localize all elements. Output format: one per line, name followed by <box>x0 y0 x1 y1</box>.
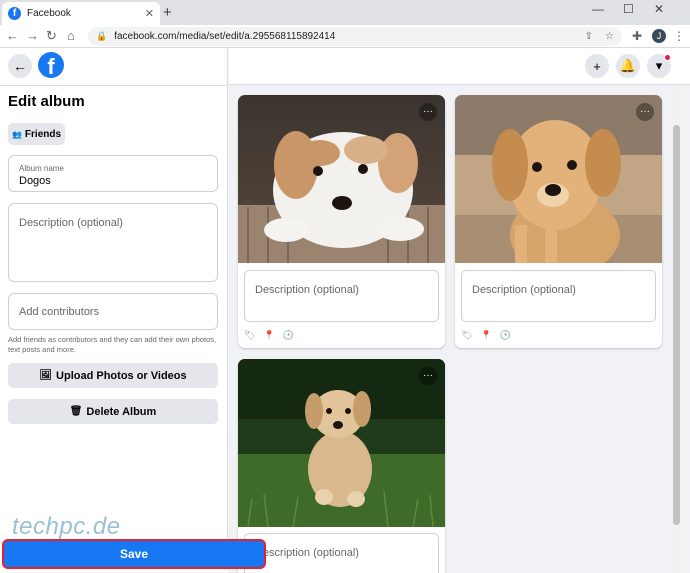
album-name-field[interactable]: Album name Dogos <box>8 155 218 192</box>
address-bar[interactable]: 🔒 facebook.com/media/set/edit/a.29556811… <box>88 27 622 46</box>
contributors-placeholder: Add contributors <box>19 306 100 318</box>
location-pin-icon[interactable]: 📍 <box>480 330 491 341</box>
photo-white-puppy[interactable] <box>238 95 445 263</box>
divider <box>0 85 228 86</box>
save-bar: Save <box>0 538 266 573</box>
friends-icon: 👥 <box>11 129 22 139</box>
notification-dot <box>664 54 671 61</box>
more-options-icon[interactable]: ··· <box>419 367 437 385</box>
window-close-icon[interactable]: ✕ <box>654 2 664 16</box>
bookmark-star-icon[interactable]: ☆ <box>605 31 614 42</box>
home-icon[interactable]: ⌂ <box>67 28 75 43</box>
watermark-text: techpc.de <box>12 513 121 540</box>
photo-description-input[interactable]: Description (optional) <box>244 533 439 573</box>
new-tab-icon[interactable]: + <box>163 4 172 21</box>
minimize-icon[interactable]: — <box>592 2 604 16</box>
facebook-logo-icon[interactable]: f <box>38 52 64 78</box>
save-button[interactable]: Save <box>2 539 266 569</box>
tab-title: Facebook <box>27 8 71 19</box>
photo-description-placeholder: Description (optional) <box>255 284 359 296</box>
browser-tab-strip: f Facebook ✕ + — ☐ ✕ <box>0 0 690 25</box>
extensions-puzzle-icon[interactable]: ✚ <box>632 29 642 43</box>
more-options-icon[interactable]: ··· <box>636 103 654 121</box>
edit-album-sidebar: ← f Edit album 👥 Friends Album name Dogo… <box>0 48 228 573</box>
description-textarea[interactable]: Description (optional) <box>8 203 218 282</box>
browser-menu-icon[interactable]: ⋮ <box>673 29 685 43</box>
reload-icon[interactable]: ↻ <box>46 28 57 44</box>
bell-icon: 🔔 <box>619 58 637 73</box>
album-name-label: Album name <box>19 164 64 173</box>
upload-label: Upload Photos or Videos <box>56 369 187 382</box>
facebook-favicon-icon: f <box>8 7 21 20</box>
photo-golden-puppy[interactable] <box>455 95 662 263</box>
scrollbar[interactable] <box>672 85 681 573</box>
browser-toolbar: ← → ↻ ⌂ 🔒 facebook.com/media/set/edit/a.… <box>0 25 690 48</box>
photo-action-icons: 🏷 📍 🕒 <box>244 330 294 341</box>
album-name-value: Dogos <box>19 175 51 187</box>
clock-icon[interactable]: 🕒 <box>500 330 511 341</box>
scrollbar-thumb[interactable] <box>673 125 680 525</box>
photo-card: ··· Description (optional) 🏷 📍 🕒 <box>455 95 662 348</box>
privacy-label: Friends <box>24 128 62 140</box>
profile-avatar[interactable]: J <box>652 29 666 43</box>
photo-running-puppy[interactable] <box>238 359 445 527</box>
arrow-left-icon: ← <box>13 58 27 74</box>
photo-description-placeholder: Description (optional) <box>255 547 359 559</box>
location-pin-icon[interactable]: 📍 <box>263 330 274 341</box>
upload-photos-button[interactable]: 🖼 Upload Photos or Videos <box>8 363 218 388</box>
photo-description-input[interactable]: Description (optional) <box>461 270 656 322</box>
privacy-button[interactable]: 👥 Friends <box>8 123 65 145</box>
plus-icon: + <box>593 58 601 74</box>
photo-action-icons: 🏷 📍 🕒 <box>461 330 511 341</box>
clock-icon[interactable]: 🕒 <box>283 330 294 341</box>
trash-icon: 🗑 <box>69 406 83 417</box>
lock-icon: 🔒 <box>96 31 108 41</box>
notifications-button[interactable]: 🔔 <box>616 54 640 78</box>
create-button[interactable]: + <box>585 54 609 78</box>
photo-description-placeholder: Description (optional) <box>472 284 576 296</box>
browser-tab[interactable]: f Facebook ✕ <box>2 2 160 25</box>
photo-card: ··· Description (optional) 🏷 📍 🕒 <box>238 95 445 348</box>
delete-album-button[interactable]: 🗑 Delete Album <box>8 399 218 424</box>
back-arrow-icon[interactable]: ← <box>6 28 19 43</box>
description-placeholder: Description (optional) <box>19 217 123 229</box>
top-header: + 🔔 ▾ <box>229 48 690 85</box>
caret-down-icon: ▾ <box>655 58 663 73</box>
maximize-icon[interactable]: ☐ <box>623 2 634 16</box>
close-tab-icon[interactable]: ✕ <box>145 7 154 20</box>
save-label: Save <box>119 547 149 561</box>
more-options-icon[interactable]: ··· <box>419 103 437 121</box>
page-title: Edit album <box>8 93 85 110</box>
back-button[interactable]: ← <box>8 54 32 78</box>
tag-icon[interactable]: 🏷 <box>244 330 255 341</box>
contributors-input[interactable]: Add contributors <box>8 293 218 330</box>
contributors-hint: Add friends as contributors and they can… <box>8 335 217 354</box>
photo-description-input[interactable]: Description (optional) <box>244 270 439 322</box>
share-icon[interactable]: ⇪ <box>585 31 593 42</box>
forward-arrow-icon[interactable]: → <box>26 28 39 43</box>
url-text: facebook.com/media/set/edit/a.2955681158… <box>114 31 336 42</box>
tag-icon[interactable]: 🏷 <box>461 330 472 341</box>
photo-upload-icon: 🖼 <box>39 370 53 381</box>
photo-card: ··· Description (optional) <box>238 359 445 573</box>
delete-label: Delete Album <box>86 405 157 418</box>
